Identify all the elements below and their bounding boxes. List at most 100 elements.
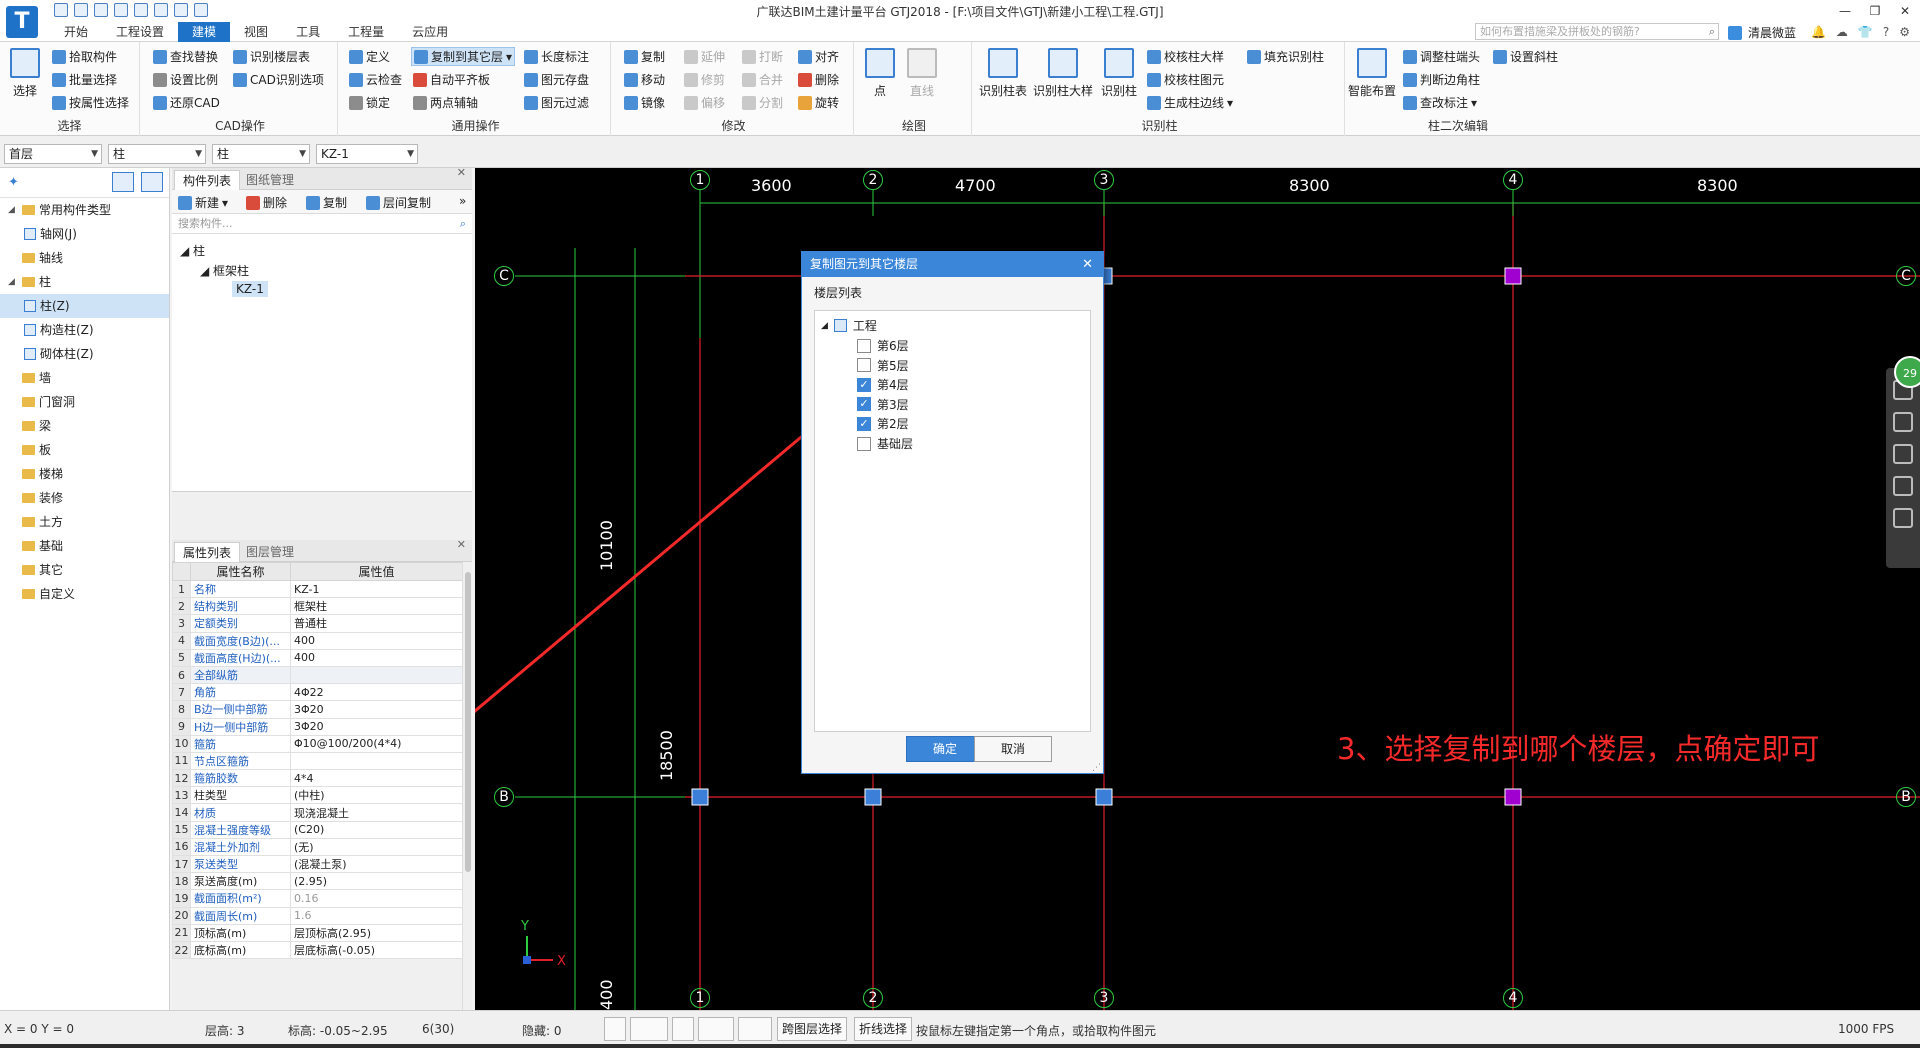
settings-icon[interactable]: ⚙ [1899,25,1910,39]
floor-checkbox-item[interactable]: ✓ 第2层 [857,415,909,432]
floor-checkbox-item[interactable]: ✓ 第4层 [857,376,909,393]
cloud-icon[interactable]: ☁ [1836,25,1848,39]
property-row[interactable]: 15 混凝土强度等级 (C20) [172,820,463,839]
help-search-input[interactable]: 如何布置措施梁及拼板处的钢筋? ⌕ [1475,23,1719,40]
property-row[interactable]: 19 截面面积(m²) 0.16 [172,889,463,908]
cloud-check-button[interactable]: 云检查 [349,71,402,88]
tree-item[interactable]: 装修 [0,486,169,510]
lock-button[interactable]: 锁定 [349,94,390,111]
ok-button[interactable]: 确定 [906,736,984,762]
adjust-column-end-button[interactable]: 调整柱端头 [1403,48,1480,65]
smart-layout-button[interactable]: 智能布置 [1348,48,1396,99]
tab-cloud[interactable]: 云应用 [398,22,462,42]
property-row[interactable]: 11 节点区箍筋 [172,751,463,771]
property-row[interactable]: 20 截面周长(m) 1.6 [172,906,463,925]
tree-item[interactable]: 门窗洞 [0,390,169,414]
property-value[interactable]: (C20) [290,820,463,839]
move-button[interactable]: 移动 [624,71,665,88]
property-scrollbar[interactable] [462,562,472,1032]
tree-item[interactable]: 板 [0,438,169,462]
property-value[interactable]: 普通柱 [290,614,463,633]
line-button[interactable]: 直线 [907,48,937,99]
tree-item[interactable]: 轴线 [0,246,169,270]
identify-column-table-button[interactable]: 识别柱表 [979,48,1027,99]
tab-view[interactable]: 视图 [230,22,282,42]
pick-component-button[interactable]: 拾取构件 [52,48,117,65]
minimize-button[interactable]: — [1830,0,1860,22]
fill-identify-column-button[interactable]: 填充识别柱 [1247,48,1324,65]
extend-button[interactable]: 延伸 [684,48,725,65]
angle-icon[interactable] [698,1017,734,1041]
property-value[interactable] [290,751,463,771]
length-dimension-button[interactable]: 长度标注 [524,48,589,65]
tree-node-column[interactable]: ◢ 柱 [180,242,205,259]
tree-item[interactable]: 基础 [0,534,169,558]
edit-annotation-button[interactable]: 查改标注 ▾ [1403,94,1477,111]
property-value[interactable]: 4Φ22 [290,683,463,702]
floor-checkbox-item[interactable]: 基础层 [857,435,913,452]
tree-node-kz1[interactable]: KZ-1 [232,281,268,297]
polyline-select-button[interactable]: 折线选择 [854,1017,913,1041]
floor-copy-button[interactable]: 层间复制 [366,194,431,211]
property-value[interactable]: (混凝土泵) [290,854,463,874]
property-row[interactable]: 16 混凝土外加剂 (无) [172,837,463,857]
copy-button[interactable]: 复制 [624,48,665,65]
floor-checkbox[interactable] [857,436,871,451]
collapse-arrow-icon[interactable]: ◢ [8,198,18,222]
identify-floor-table-button[interactable]: 识别楼层表 [233,48,310,65]
property-value[interactable]: (2.95) [290,872,463,891]
category-select[interactable]: 柱 ▼ [108,144,206,164]
tree-item[interactable]: 柱(Z) [0,294,169,318]
property-value[interactable]: 层底标高(-0.05) [290,940,463,960]
check-column-element-button[interactable]: 校核柱图元 [1147,71,1224,88]
tab-property-list[interactable]: 属性列表 [174,542,241,562]
property-value[interactable]: Φ10@100/200(4*4) [290,734,463,753]
resize-grip-icon[interactable]: ⋰ [1092,763,1101,773]
component-search-input[interactable]: 搜索构件... ⌕ [172,214,472,234]
tab-modeling[interactable]: 建模 [178,22,231,42]
identify-column-detail-button[interactable]: 识别柱大样 [1033,48,1093,99]
tree-item[interactable]: 土方 [0,510,169,534]
floor-checkbox-item[interactable]: ✓ 第3层 [857,396,909,413]
property-value[interactable]: 0.16 [290,889,463,908]
offset-mode-icon[interactable] [738,1017,772,1041]
floor-select[interactable]: 首层 ▼ [4,144,102,164]
property-value[interactable]: 现浇混凝土 [290,803,463,822]
tree-item[interactable]: ◢ 柱 [0,270,169,294]
floor-checkbox[interactable]: ✓ [857,377,871,392]
find-replace-button[interactable]: 查找替换 [153,48,218,65]
property-value[interactable]: 4*4 [290,769,463,788]
rotate-button[interactable]: 旋转 [798,94,839,111]
tree-item[interactable]: 其它 [0,558,169,582]
tree-item[interactable]: 自定义 [0,582,169,606]
tree-item[interactable]: 墙 [0,366,169,390]
property-value[interactable]: (无) [290,837,463,857]
fit-view-icon[interactable] [1893,476,1913,496]
property-row[interactable]: 17 泵送类型 (混凝土泵) [172,854,463,874]
property-row[interactable]: 13 柱类型 (中柱) [172,786,463,805]
floor-checkbox[interactable]: ✓ [857,416,871,431]
floor-checkbox[interactable] [857,338,871,353]
collapse-arrow-icon[interactable]: ◢ [8,270,18,294]
search-icon[interactable]: ⌕ [460,214,466,234]
property-row[interactable]: 7 角筋 4Φ22 [172,683,463,702]
tab-quantity[interactable]: 工程量 [334,22,398,42]
property-row[interactable]: 2 结构类别 框架柱 [172,597,463,616]
tab-tools[interactable]: 工具 [282,22,334,42]
tree-item[interactable]: 砌体柱(Z) [0,342,169,366]
property-value[interactable]: 400 [290,648,463,667]
restore-cad-button[interactable]: 还原CAD [153,94,220,111]
search-icon[interactable]: ⌕ [1709,24,1715,39]
select-by-attribute-button[interactable]: 按属性选择 [52,94,129,111]
property-value[interactable]: 3Φ20 [290,700,463,719]
type-select[interactable]: 柱 ▼ [212,144,310,164]
cad-options-button[interactable]: CAD识别选项 [233,71,324,88]
check-column-detail-button[interactable]: 校核柱大样 [1147,48,1224,65]
pin-icon[interactable]: ✦ [8,175,19,190]
property-row[interactable]: 9 H边一侧中部筋 3Φ20 [172,717,463,736]
copy-to-other-floors-button[interactable]: 复制到其它层 ▾ [411,47,516,66]
grid-view-icon[interactable] [141,172,163,192]
property-row[interactable]: 4 截面宽度(B边)(... 400 [172,631,463,650]
tab-component-list[interactable]: 构件列表 [174,170,241,190]
element-filter-button[interactable]: 图元过滤 [524,94,589,111]
